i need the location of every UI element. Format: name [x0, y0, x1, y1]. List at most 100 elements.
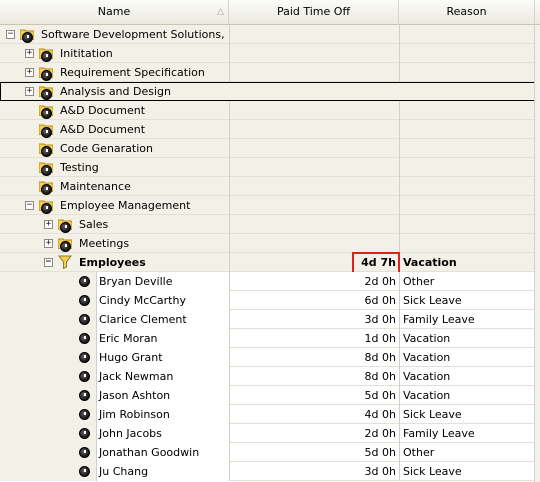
- table-row[interactable]: Ju Chang 3d 0h Sick Leave: [0, 462, 540, 481]
- pto-cell: 5d 0h: [229, 443, 399, 462]
- pto-cell: 3d 0h: [229, 310, 399, 329]
- collapse-icon[interactable]: −: [25, 201, 34, 210]
- clock-icon: [41, 165, 52, 176]
- column-header-reason[interactable]: Reason: [399, 0, 535, 24]
- pto-cell: [229, 215, 399, 234]
- reason-cell: [399, 101, 535, 120]
- clock-icon: [79, 466, 90, 477]
- column-header-name[interactable]: Name △: [0, 0, 229, 24]
- group-label: Code Genaration: [60, 142, 153, 155]
- tree-row-group[interactable]: − Employee Management: [0, 196, 540, 215]
- employee-pto: 8d 0h: [364, 351, 396, 364]
- employee-reason: Vacation: [403, 389, 451, 402]
- expand-icon[interactable]: +: [44, 239, 53, 248]
- name-cell: + Inititation: [0, 44, 229, 63]
- employee-reason: Other: [403, 446, 435, 459]
- group-label: A&D Document: [60, 104, 146, 117]
- table-row[interactable]: Eric Moran 1d 0h Vacation: [0, 329, 540, 348]
- name-cell: − Software Development Solutions, Inc.: [0, 25, 229, 44]
- name-cell: Hugo Grant: [0, 348, 229, 367]
- tree-row-group[interactable]: + Inititation: [0, 44, 540, 63]
- reason-cell: [399, 177, 535, 196]
- pto-cell: [229, 25, 399, 44]
- name-cell: + Meetings: [0, 234, 229, 253]
- group-label: Requirement Specification: [60, 66, 205, 79]
- pto-cell: 2d 0h: [229, 424, 399, 443]
- tree-row-group[interactable]: Maintenance: [0, 177, 540, 196]
- table-row[interactable]: Cindy McCarthy 6d 0h Sick Leave: [0, 291, 540, 310]
- reason-cell: [399, 139, 535, 158]
- table-row[interactable]: Jack Newman 8d 0h Vacation: [0, 367, 540, 386]
- column-header-pto[interactable]: Paid Time Off: [229, 0, 399, 24]
- pto-cell: [229, 63, 399, 82]
- collapse-icon[interactable]: −: [44, 258, 53, 267]
- vertical-scrollbar[interactable]: [534, 25, 540, 482]
- group-label: Inititation: [60, 47, 113, 60]
- group-label: Maintenance: [60, 180, 131, 193]
- clock-icon: [41, 51, 52, 62]
- reason-cell: [399, 234, 535, 253]
- expand-icon[interactable]: +: [44, 220, 53, 229]
- clock-icon: [79, 428, 90, 439]
- employee-reason: Sick Leave: [403, 408, 462, 421]
- reason-cell: Vacation: [399, 329, 535, 348]
- clock-icon: [41, 127, 52, 138]
- tree-root-label: Software Development Solutions, Inc.: [41, 28, 229, 41]
- reason-cell: [399, 196, 535, 215]
- clock-icon: [41, 146, 52, 157]
- table-row[interactable]: John Jacobs 2d 0h Family Leave: [0, 424, 540, 443]
- tree-row-root[interactable]: − Software Development Solutions, Inc.: [0, 25, 540, 44]
- name-cell: Cindy McCarthy: [0, 291, 229, 310]
- name-cell: A&D Document: [0, 120, 229, 139]
- name-cell: + Sales: [0, 215, 229, 234]
- employee-name: Jim Robinson: [99, 408, 170, 421]
- clock-icon: [79, 371, 90, 382]
- table-row[interactable]: Clarice Clement 3d 0h Family Leave: [0, 310, 540, 329]
- tree-row-group[interactable]: Code Genaration: [0, 139, 540, 158]
- employee-name: Jonathan Goodwin: [99, 446, 200, 459]
- collapse-icon[interactable]: −: [6, 30, 15, 39]
- expand-icon[interactable]: +: [25, 68, 34, 77]
- table-row[interactable]: Jonathan Goodwin 5d 0h Other: [0, 443, 540, 462]
- employee-pto: 3d 0h: [364, 465, 396, 478]
- reason-cell: Other: [399, 272, 535, 291]
- employee-name: Jason Ashton: [99, 389, 171, 402]
- reason-cell: Sick Leave: [399, 405, 535, 424]
- reason-cell: [399, 120, 535, 139]
- table-row[interactable]: Jim Robinson 4d 0h Sick Leave: [0, 405, 540, 424]
- reason-cell: [399, 158, 535, 177]
- table-row[interactable]: Hugo Grant 8d 0h Vacation: [0, 348, 540, 367]
- tree-row-group[interactable]: + Requirement Specification: [0, 63, 540, 82]
- employee-name: Clarice Clement: [99, 313, 187, 326]
- employee-reason: Vacation: [403, 370, 451, 383]
- reason-cell: Family Leave: [399, 424, 535, 443]
- tree-row-employees-group[interactable]: − Employees 4d 7h Vacation: [0, 253, 540, 272]
- name-cell: Jason Ashton: [0, 386, 229, 405]
- expand-icon[interactable]: +: [25, 49, 34, 58]
- group-label: A&D Document: [60, 123, 146, 136]
- employee-reason: Family Leave: [403, 427, 475, 440]
- table-row[interactable]: Jason Ashton 5d 0h Vacation: [0, 386, 540, 405]
- tree-row-group[interactable]: Testing: [0, 158, 540, 177]
- employees-group-reason: Vacation: [403, 256, 457, 269]
- employee-reason: Vacation: [403, 351, 451, 364]
- tree-row-group[interactable]: A&D Document: [0, 120, 540, 139]
- name-cell: − Employee Management: [0, 196, 229, 215]
- name-cell: − Employees: [0, 253, 229, 272]
- column-header-pto-label: Paid Time Off: [276, 5, 351, 18]
- table-row[interactable]: Bryan Deville 2d 0h Other: [0, 272, 540, 291]
- reason-cell: [399, 25, 535, 44]
- name-cell: + Analysis and Design: [0, 82, 535, 101]
- tree-row-subgroup[interactable]: + Sales: [0, 215, 540, 234]
- tree-row-group-selected[interactable]: + Analysis and Design: [0, 82, 540, 101]
- pto-cell: 2d 0h: [229, 272, 399, 291]
- pto-cell: 8d 0h: [229, 367, 399, 386]
- column-header-reason-label: Reason: [446, 5, 487, 18]
- pto-cell: [229, 101, 399, 120]
- clock-icon: [79, 276, 90, 287]
- expand-icon[interactable]: +: [25, 87, 34, 96]
- sort-indicator-icon: △: [217, 7, 224, 17]
- tree-row-group[interactable]: A&D Document: [0, 101, 540, 120]
- reason-cell: Vacation: [399, 367, 535, 386]
- tree-row-subgroup[interactable]: + Meetings: [0, 234, 540, 253]
